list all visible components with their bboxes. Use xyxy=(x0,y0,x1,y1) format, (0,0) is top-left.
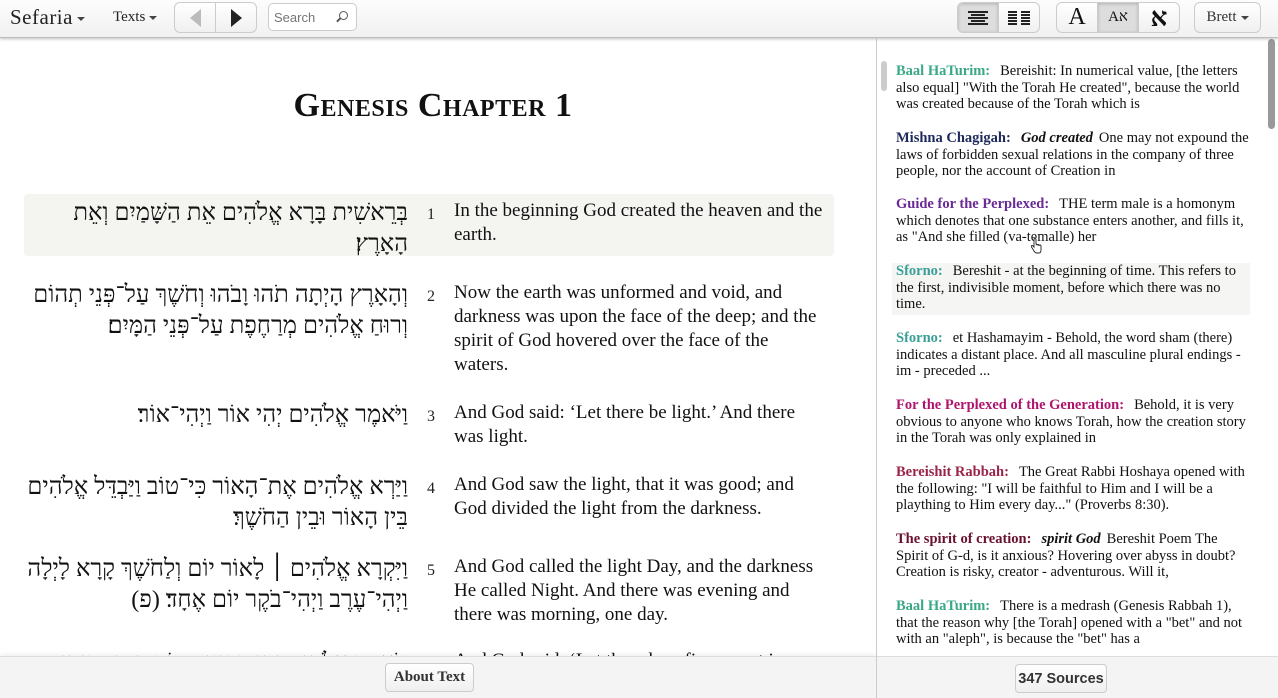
source-label: Bereishit Rabbah: xyxy=(896,464,1009,480)
hand-pointer-cursor-icon xyxy=(1030,238,1042,254)
layout-stacked-button[interactable] xyxy=(958,3,998,32)
source-label: Sforno: xyxy=(896,330,943,346)
source-label: Guide for the Perplexed: xyxy=(896,196,1050,212)
about-text-button[interactable]: About Text xyxy=(385,663,474,692)
verse-number: 2 xyxy=(427,288,435,305)
arrow-right-icon xyxy=(230,8,242,27)
user-name: Brett xyxy=(1206,9,1237,25)
verse-english: And God called the light Day, and the da… xyxy=(454,556,814,625)
verse-row[interactable]: וַיֹּאמֶר אֱלֹהִים יְהִי רָקִיעַ בְּתוֹך… xyxy=(24,644,834,656)
chevron-down-icon xyxy=(149,15,158,20)
user-menu-button[interactable]: Brett xyxy=(1194,2,1261,33)
search-input[interactable] xyxy=(269,4,335,30)
verse-row[interactable]: בְּרֵאשִׁית בָּרָא אֱלֹהִים אֵת הַשָּׁמַ… xyxy=(24,194,834,257)
verse-english: And God said: ‘Let there be light.’ And … xyxy=(454,402,796,447)
columns-icon xyxy=(1008,10,1030,25)
hebrew-aleph-icon: א xyxy=(1150,2,1168,32)
source-text: Bereshit - at the beginning of time. Thi… xyxy=(896,263,1236,312)
source-label: Sforno: xyxy=(896,263,943,279)
prev-button[interactable] xyxy=(175,3,215,32)
source-label: The spirit of creation: xyxy=(896,531,1032,547)
text-pane[interactable]: Genesis Chapter 1 בְּרֵאשִׁית בָּרָא אֱל… xyxy=(0,39,876,656)
stacked-lines-icon xyxy=(968,10,988,25)
source-item[interactable]: Guide for the Perplexed: THE term male is… xyxy=(896,196,1252,246)
verse-english: In the beginning God created the heaven … xyxy=(454,200,823,245)
source-label: Baal HaTurim: xyxy=(896,63,991,79)
verse-hebrew: בְּרֵאשִׁית בָּרָא אֱלֹהִים אֵת הַשָּׁמַ… xyxy=(73,200,408,257)
verse-number: 3 xyxy=(427,408,435,425)
lang-english-button[interactable]: A xyxy=(1057,3,1097,32)
chapter-title: Genesis Chapter 1 xyxy=(293,87,573,124)
source-item[interactable]: Baal HaTurim: There is a medrash (Genesis… xyxy=(896,598,1252,648)
source-label: Baal HaTurim: xyxy=(896,598,991,614)
verse-row[interactable]: וַיִּקְרָא אֱלֹהִים ׀ לָאוֹר יוֹם וְלַחֹ… xyxy=(24,550,834,627)
verse-english: And God saw the light, that it was good;… xyxy=(454,474,794,519)
lang-bilingual-button[interactable]: Aא xyxy=(1097,3,1138,32)
verse-row[interactable]: וַיֹּאמֶר אֱלֹהִים יְהִי אוֹר וַיְהִי־או… xyxy=(24,396,834,449)
page-scrollbar[interactable] xyxy=(1268,39,1275,129)
language-toggle-group: A Aא א xyxy=(1056,2,1180,33)
next-button[interactable] xyxy=(215,3,256,32)
verse-english: Now the earth was unformed and void, and… xyxy=(454,282,817,375)
verse-english: And God said: ‘Let there be a firmament … xyxy=(454,644,834,656)
source-item[interactable]: Sforno: et Hashamayim - Behold, the word … xyxy=(896,330,1252,380)
source-item[interactable]: Sforno: Bereshit - at the beginning of ti… xyxy=(892,263,1250,315)
verse-number: 6 xyxy=(408,644,454,656)
source-item[interactable]: Baal HaTurim: Bereishit: In numerical val… xyxy=(896,63,1252,113)
verse-hebrew: וַיֹּאמֶר אֱלֹהִים יְהִי אוֹר וַיְהִי־או… xyxy=(137,402,408,428)
source-label: For the Perplexed of the Generation: xyxy=(896,397,1125,413)
search-box xyxy=(268,3,357,31)
top-navbar: Sefaria Texts A Aא א Brett xyxy=(0,0,1278,38)
source-item[interactable]: Mishna Chagigah: God created One may not e… xyxy=(896,130,1252,180)
verse-hebrew: וְהָאָרֶץ הָיְתָה תֹהוּ וָבֹהוּ וְחֹשֶׁך… xyxy=(33,282,408,339)
verse-row[interactable]: וַיַּרְא אֱלֹהִים אֶת־הָאוֹר כִּי־טוֹב ו… xyxy=(24,468,834,534)
bilingual-icon: Aא xyxy=(1108,9,1128,25)
search-icon[interactable] xyxy=(339,11,348,20)
text-footer: About Text xyxy=(0,656,876,698)
source-item[interactable]: Bereishit Rabbah: The Great Rabbi Hoshaya… xyxy=(896,464,1252,514)
prev-next-group xyxy=(174,2,257,33)
verse-hebrew: וַיֹּאמֶר אֱלֹהִים יְהִי רָקִיעַ בְּתוֹך… xyxy=(24,644,408,656)
verse-row[interactable]: וְהָאָרֶץ הָיְתָה תֹהוּ וָבֹהוּ וְחֹשֶׁך… xyxy=(24,276,834,377)
verse-number: 5 xyxy=(427,562,435,579)
verse-number: 4 xyxy=(427,480,435,497)
sources-pane[interactable]: Baal HaTurim: Bereishit: In numerical val… xyxy=(877,39,1278,656)
source-item[interactable]: The spirit of creation: spirit God Bereshi… xyxy=(896,531,1252,581)
source-text: et Hashamayim - Behold, the word sham (t… xyxy=(896,330,1241,379)
sources-footer: 347 Sources xyxy=(877,656,1278,698)
source-anchor: God created xyxy=(1020,130,1093,146)
sefaria-logo-menu[interactable]: Sefaria xyxy=(10,5,85,30)
verse-hebrew: וַיַּרְא אֱלֹהִים אֶת־הָאוֹר כִּי־טוֹב ו… xyxy=(27,474,408,531)
source-label: Mishna Chagigah: xyxy=(896,130,1011,146)
chevron-down-icon xyxy=(76,17,85,22)
texts-menu-label: Texts xyxy=(113,9,146,25)
arrow-left-icon xyxy=(189,8,201,27)
verse-hebrew: וַיִּקְרָא אֱלֹהִים ׀ לָאוֹר יוֹם וְלַחֹ… xyxy=(27,556,408,613)
source-list-scrollbar[interactable] xyxy=(881,61,887,91)
layout-side-by-side-button[interactable] xyxy=(998,3,1039,32)
english-icon: A xyxy=(1068,4,1086,30)
source-item[interactable]: For the Perplexed of the Generation: Beho… xyxy=(896,397,1252,447)
logo-text: Sefaria xyxy=(10,5,73,29)
source-anchor: spirit God xyxy=(1041,531,1101,547)
verse-number: 1 xyxy=(427,206,435,223)
layout-toggle-group xyxy=(957,2,1040,33)
sources-count-button[interactable]: 347 Sources xyxy=(1015,664,1107,693)
lang-hebrew-button[interactable]: א xyxy=(1138,3,1179,32)
texts-menu[interactable]: Texts xyxy=(113,9,158,26)
chevron-down-icon xyxy=(1240,15,1249,20)
